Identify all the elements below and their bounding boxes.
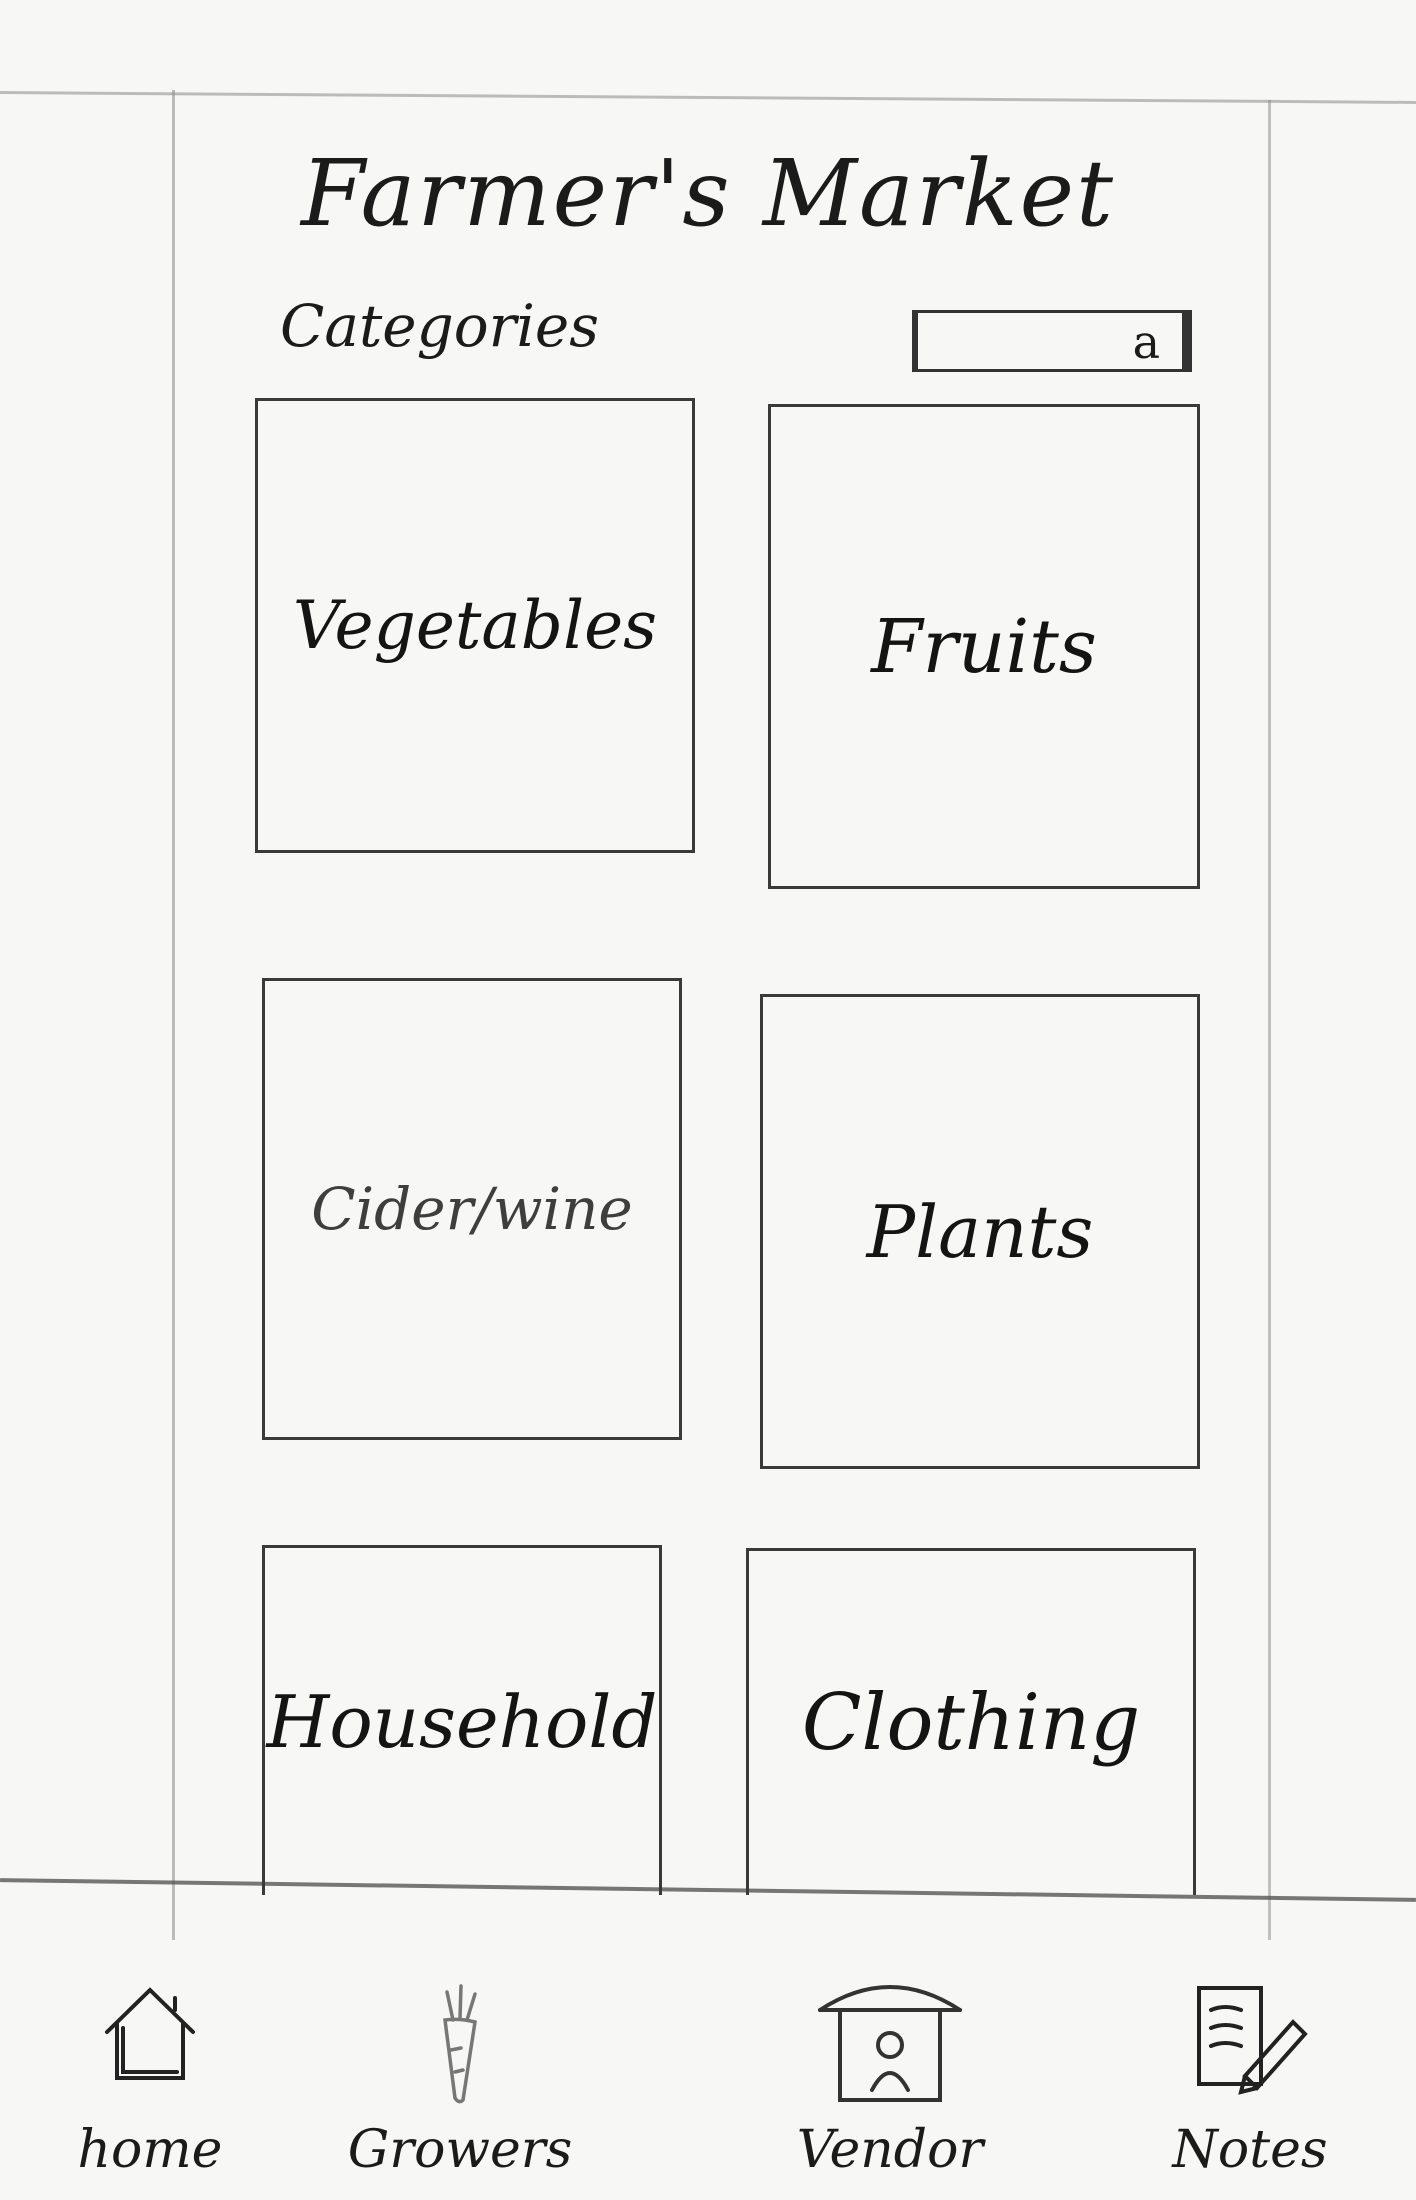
categories-label: Categories [280,292,599,360]
category-tile-label: Vegetables [292,587,658,664]
header-divider [0,91,1416,104]
market-stall-icon [810,1970,970,2114]
category-tile-household[interactable]: Household [262,1545,662,1895]
nav-item-home[interactable]: home [30,1900,270,2200]
nav-label-growers: Growers [347,2120,573,2180]
category-tile-label: Household [266,1679,658,1764]
search-input[interactable]: a [912,310,1192,372]
category-tile-clothing[interactable]: Clothing [746,1548,1196,1895]
nav-item-growers[interactable]: Growers [340,1900,580,2200]
nav-label-notes: Notes [1172,2120,1328,2180]
category-tile-label: Cider/wine [311,1175,633,1243]
category-tile-plants[interactable]: Plants [760,994,1200,1469]
category-tile-label: Fruits [871,603,1097,690]
notepad-pencil-icon [1185,1980,1315,2104]
bottom-nav: home Growers Vendor Notes [0,1900,1416,2200]
search-icon[interactable]: a [1133,319,1160,365]
nav-label-home: home [77,2120,223,2180]
frame-right-border [1268,100,1271,1940]
category-tile-label: Plants [866,1189,1094,1274]
category-tile-vegetables[interactable]: Vegetables [255,398,695,853]
nav-item-notes[interactable]: Notes [1130,1900,1370,2200]
nav-divider [0,1878,1416,1902]
nav-item-vendor[interactable]: Vendor [770,1900,1010,2200]
nav-label-vendor: Vendor [796,2120,984,2180]
category-tile-cider-wine[interactable]: Cider/wine [262,978,682,1440]
house-icon [95,1980,205,2094]
category-tile-fruits[interactable]: Fruits [768,404,1200,889]
category-tile-label: Clothing [801,1678,1141,1768]
frame-left-border [172,90,175,1940]
app-title: Farmer's Market [300,140,1116,247]
carrot-icon [415,1980,505,2114]
